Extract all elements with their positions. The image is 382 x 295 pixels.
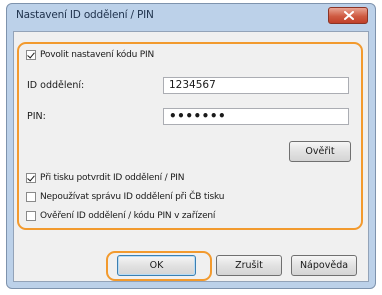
verify-at-device-label: Ověření ID oddělení / kódu PIN v zařízen… bbox=[40, 211, 216, 221]
dept-id-input[interactable]: 1234567 bbox=[163, 77, 349, 94]
dialog-window: Nastavení ID oddělení / PIN Povolit nast… bbox=[6, 3, 376, 289]
close-icon bbox=[344, 11, 354, 20]
pin-label: PIN: bbox=[27, 111, 46, 122]
confirm-on-print-row[interactable]: Při tisku potvrdit ID oddělení / PIN bbox=[26, 173, 184, 183]
verify-at-device-checkbox[interactable] bbox=[26, 211, 36, 221]
no-bw-manage-label: Nepoužívat správu ID oddělení při ČB tis… bbox=[40, 192, 225, 202]
window-title: Nastavení ID oddělení / PIN bbox=[16, 9, 154, 21]
no-bw-manage-checkbox[interactable] bbox=[26, 192, 36, 202]
verify-button[interactable]: Ověřit bbox=[289, 141, 351, 162]
dialog-content: Povolit nastavení kódu PIN ID oddělení: … bbox=[13, 31, 369, 282]
no-bw-manage-row[interactable]: Nepoužívat správu ID oddělení při ČB tis… bbox=[26, 192, 224, 202]
allow-pin-checkbox-row[interactable]: Povolit nastavení kódu PIN bbox=[26, 50, 154, 60]
allow-pin-checkbox[interactable] bbox=[26, 50, 36, 60]
dept-id-label: ID oddělení: bbox=[27, 80, 85, 91]
pin-input[interactable]: ••••••• bbox=[163, 108, 349, 125]
allow-pin-label: Povolit nastavení kódu PIN bbox=[40, 50, 155, 60]
confirm-on-print-label: Při tisku potvrdit ID oddělení / PIN bbox=[40, 173, 185, 183]
settings-highlight-frame: Povolit nastavení kódu PIN ID oddělení: … bbox=[17, 42, 363, 230]
confirm-on-print-checkbox[interactable] bbox=[26, 173, 36, 183]
title-bar[interactable]: Nastavení ID oddělení / PIN bbox=[7, 4, 375, 28]
help-button[interactable]: Nápověda bbox=[291, 255, 357, 276]
close-button[interactable] bbox=[328, 7, 368, 24]
ok-button[interactable]: OK bbox=[117, 255, 196, 276]
verify-at-device-row[interactable]: Ověření ID oddělení / kódu PIN v zařízen… bbox=[26, 211, 215, 221]
cancel-button[interactable]: Zrušit bbox=[216, 255, 282, 276]
